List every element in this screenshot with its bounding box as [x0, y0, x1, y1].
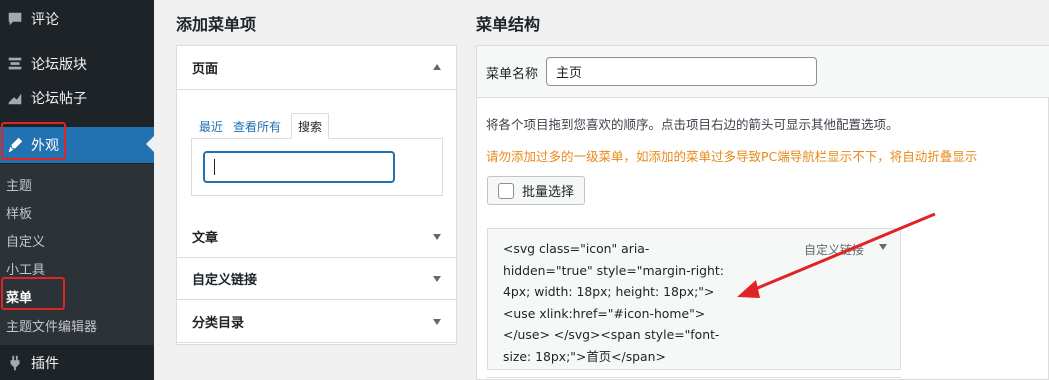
annotation-arrow	[737, 212, 936, 298]
